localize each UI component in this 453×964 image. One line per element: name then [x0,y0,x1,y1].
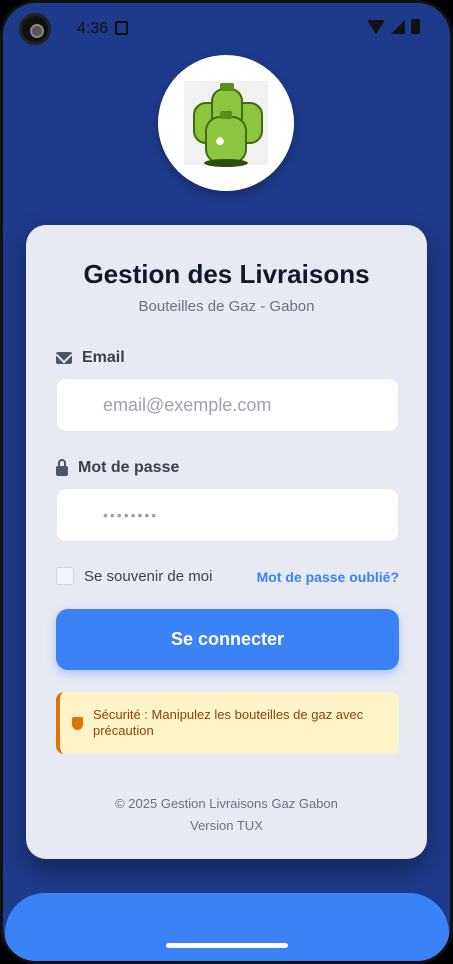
password-field[interactable] [56,488,399,542]
battery-icon [411,19,420,34]
envelope-icon [56,352,72,364]
app-logo [158,55,294,191]
copyright-text: © 2025 Gestion Livraisons Gaz Gabon [115,796,338,811]
gas-cylinder-icon [184,81,268,167]
camera-icon [19,13,51,45]
status-time: 4:36 [77,20,109,37]
email-label-text: Email [82,349,125,366]
security-alert: Sécurité : Manipulez les bouteilles de g… [56,692,399,754]
forgot-password-link[interactable]: Mot de passe oublié? [257,569,399,585]
status-icons [367,19,420,34]
remember-label: Se souvenir de moi [84,567,213,585]
version-text: Version TUX [190,818,263,833]
page-title: Gestion des Livraisons [83,259,370,289]
wifi-icon [367,19,385,34]
page-subtitle: Bouteilles de Gaz - Gabon [138,298,315,315]
login-card: Gestion des Livraisons Bouteilles de Gaz… [26,225,427,859]
bottom-bar [5,893,449,961]
footer: © 2025 Gestion Livraisons Gaz Gabon Vers… [26,793,427,837]
signal-icon [391,19,405,34]
home-indicator[interactable] [166,943,288,948]
remember-me[interactable]: Se souvenir de moi [56,567,212,585]
phone-screen: 4:36 Gestion des Livraisons Bouteilles d… [0,0,453,964]
password-label: Mot de passe [56,458,180,477]
security-alert-text: Sécurité : Manipulez les bouteilles de g… [93,707,364,738]
shield-icon [72,716,83,730]
email-label: Email [56,349,125,367]
lock-icon [56,458,68,476]
notification-icon [115,21,128,35]
login-button[interactable]: Se connecter [56,609,399,670]
status-bar: 4:36 [3,3,450,55]
password-label-text: Mot de passe [78,459,180,476]
email-field[interactable] [56,378,399,432]
remember-checkbox[interactable] [56,567,74,585]
